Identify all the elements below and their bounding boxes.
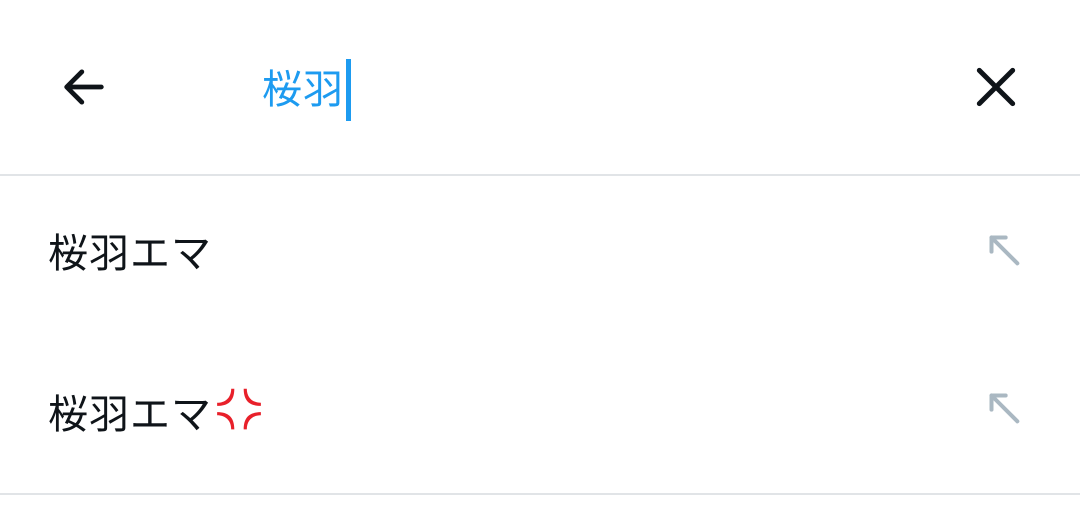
close-icon xyxy=(976,67,1016,107)
search-suggestion[interactable]: 桜羽エマ xyxy=(0,334,1080,492)
search-screen: 桜羽 桜羽エマ 桜羽エマ xyxy=(0,0,1080,529)
search-bar: 桜羽 xyxy=(0,0,1080,175)
search-input[interactable]: 桜羽 xyxy=(262,58,351,122)
arrow-left-icon xyxy=(64,69,104,105)
suggestion-label: 桜羽エマ xyxy=(48,384,264,443)
text-caret xyxy=(346,59,351,121)
arrow-up-left-icon xyxy=(989,393,1020,424)
clear-search-button[interactable] xyxy=(956,47,1036,127)
suggestion-text: 桜羽エマ xyxy=(48,231,212,277)
back-button[interactable] xyxy=(44,47,124,127)
arrow-up-left-icon xyxy=(989,235,1020,266)
suggestion-text: 桜羽エマ xyxy=(48,392,212,438)
search-query-text: 桜羽 xyxy=(262,67,344,113)
search-suggestion[interactable]: 桜羽エマ xyxy=(0,176,1080,334)
suggestion-label: 桜羽エマ xyxy=(48,226,212,282)
fill-query-button[interactable] xyxy=(976,380,1032,436)
anger-symbol-icon xyxy=(217,388,261,430)
fill-query-button[interactable] xyxy=(976,222,1032,278)
divider xyxy=(0,493,1080,495)
